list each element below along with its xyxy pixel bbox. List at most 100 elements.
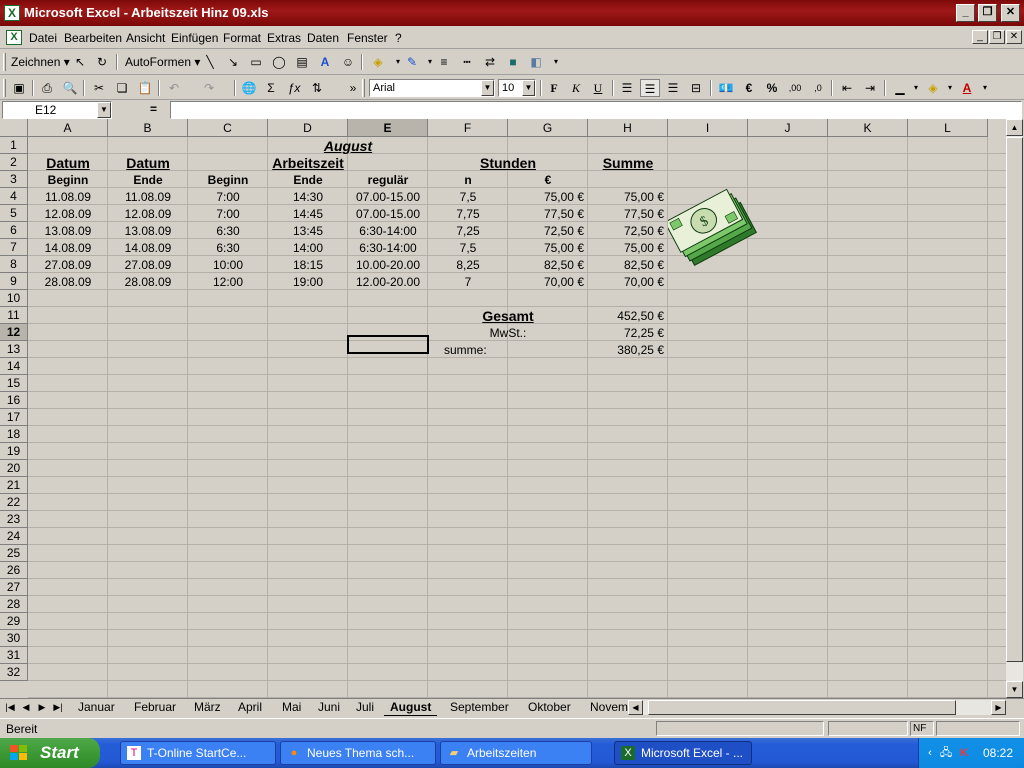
column-header[interactable]: I (668, 119, 748, 137)
redo-icon[interactable]: ↷ (199, 79, 219, 97)
cell-summe-label[interactable]: summe: (444, 342, 524, 359)
select-all-corner[interactable] (0, 119, 28, 137)
cell-zeit-ende[interactable]: 14:00 (268, 240, 348, 257)
row-header[interactable]: 4 (0, 188, 28, 205)
cells-area[interactable]: August Datum Datum Arbeitszeit Stunden S… (28, 137, 1006, 698)
scroll-thumb[interactable] (1006, 137, 1023, 662)
cell-stunden-n[interactable]: 7 (428, 274, 508, 291)
cell-zeit-beginn[interactable]: 12:00 (188, 274, 268, 291)
cell-zeit-beginn[interactable]: 10:00 (188, 257, 268, 274)
oval-icon[interactable]: ◯ (269, 53, 289, 71)
row-header[interactable]: 10 (0, 290, 28, 307)
sheet-tab[interactable]: Juli (350, 699, 380, 716)
cell-stunden-n[interactable]: 7,75 (428, 206, 508, 223)
row-header[interactable]: 20 (0, 460, 28, 477)
select-objects-icon[interactable]: ↖ (70, 53, 90, 71)
align-right-icon[interactable]: ☰ (663, 79, 683, 97)
cell-gesamt-value[interactable]: 452,50 € (588, 308, 668, 325)
row-header[interactable]: 15 (0, 375, 28, 392)
cell-title[interactable]: August (268, 138, 428, 155)
scroll-down-icon[interactable]: ▼ (1006, 681, 1023, 698)
sheet-tab[interactable]: März (188, 699, 227, 716)
menu-datei[interactable]: Datei (29, 31, 57, 45)
row-header[interactable]: 16 (0, 392, 28, 409)
cell-datum-ende[interactable]: 14.08.09 (108, 240, 188, 257)
cell-mwst-value[interactable]: 72,25 € (588, 325, 668, 342)
increase-indent-icon[interactable]: ⇥ (860, 79, 880, 97)
menu-extras[interactable]: Extras (267, 31, 301, 45)
cell-sub-euro[interactable]: € (508, 172, 588, 189)
last-sheet-icon[interactable]: ▶| (51, 700, 65, 715)
scroll-left-icon[interactable]: ◀ (628, 700, 643, 715)
network-icon[interactable]: 🖧 (939, 746, 953, 760)
rectangle-icon[interactable]: ▭ (246, 53, 266, 71)
percent-icon[interactable]: % (762, 79, 782, 97)
column-header[interactable]: L (908, 119, 988, 137)
column-header[interactable]: H (588, 119, 668, 137)
cell-header-datum1[interactable]: Datum (28, 155, 108, 172)
scroll-up-icon[interactable]: ▲ (1006, 119, 1023, 136)
money-clipart-icon[interactable]: $ (668, 177, 762, 273)
cell-mwst-label[interactable]: MwSt.: (468, 325, 548, 342)
workbook-icon[interactable]: X (6, 30, 22, 45)
row-header[interactable]: 18 (0, 426, 28, 443)
row-header[interactable]: 25 (0, 545, 28, 562)
sheet-tab[interactable]: April (232, 699, 268, 716)
task-excel[interactable]: X Microsoft Excel - ... (614, 741, 752, 765)
fill-color-icon[interactable]: ◈ (368, 53, 388, 71)
row-header[interactable]: 1 (0, 137, 28, 154)
row-header[interactable]: 21 (0, 477, 28, 494)
cell-gesamt-label[interactable]: Gesamt (468, 308, 548, 325)
cell-regulaer[interactable]: 6:30-14:00 (348, 240, 428, 257)
cell-datum-beginn[interactable]: 12.08.09 (28, 206, 108, 223)
cell-summe-value[interactable]: 380,25 € (588, 342, 668, 359)
arrow-style-icon[interactable]: ⇄ (480, 53, 500, 71)
cell-datum-ende[interactable]: 27.08.09 (108, 257, 188, 274)
menu-einfuegen[interactable]: Einfügen (171, 31, 218, 45)
column-header[interactable]: C (188, 119, 268, 137)
row-header[interactable]: 28 (0, 596, 28, 613)
row-header[interactable]: 19 (0, 443, 28, 460)
row-header[interactable]: 8 (0, 256, 28, 273)
cell-header-stunden[interactable]: Stunden (428, 155, 588, 172)
column-header[interactable]: D (268, 119, 348, 137)
rotate-icon[interactable]: ↻ (92, 53, 112, 71)
row-header[interactable]: 26 (0, 562, 28, 579)
row-header[interactable]: 5 (0, 205, 28, 222)
cell-datum-ende[interactable]: 11.08.09 (108, 189, 188, 206)
cell-header-arbeitszeit[interactable]: Arbeitszeit (228, 155, 388, 172)
tray-expand-icon[interactable]: ‹ (923, 746, 937, 760)
cell-sub-n[interactable]: n (428, 172, 508, 189)
row-header[interactable]: 14 (0, 358, 28, 375)
decrease-indent-icon[interactable]: ⇤ (837, 79, 857, 97)
sheet-tab[interactable]: Mai (276, 699, 307, 716)
arrow-icon[interactable]: ↘ (223, 53, 243, 71)
cell-regulaer[interactable]: 10.00-20.00 (348, 257, 428, 274)
workbook-close-button[interactable]: ✕ (1006, 30, 1022, 44)
cell-datum-ende[interactable]: 13.08.09 (108, 223, 188, 240)
autoformen-menu[interactable]: AutoFormen ▾ (125, 53, 200, 71)
cell-zeit-beginn[interactable]: 6:30 (188, 240, 268, 257)
toolbar-grip[interactable] (3, 79, 6, 97)
column-header[interactable]: A (28, 119, 108, 137)
undo-icon[interactable]: ↶ (164, 79, 184, 97)
row-header[interactable]: 23 (0, 511, 28, 528)
cell-zeit-ende[interactable]: 18:15 (268, 257, 348, 274)
autosum-icon[interactable]: Σ (261, 79, 281, 97)
row-header[interactable]: 24 (0, 528, 28, 545)
chevron-down-icon[interactable]: ▼ (97, 102, 111, 118)
chevron-down-icon[interactable]: ▼ (522, 80, 535, 96)
row-header[interactable]: 27 (0, 579, 28, 596)
cell-datum-beginn[interactable]: 13.08.09 (28, 223, 108, 240)
line-color-icon[interactable]: ✎ (402, 53, 422, 71)
column-header[interactable]: J (748, 119, 828, 137)
cell-regulaer[interactable]: 6:30-14:00 (348, 223, 428, 240)
cut-icon[interactable]: ✂ (89, 79, 109, 97)
cell-stunden-n[interactable]: 7,25 (428, 223, 508, 240)
cell-regulaer[interactable]: 12.00-20.00 (348, 274, 428, 291)
menu-help[interactable]: ? (395, 31, 402, 45)
row-header[interactable]: 29 (0, 613, 28, 630)
start-button[interactable]: Start (0, 738, 100, 768)
column-header[interactable]: K (828, 119, 908, 137)
formula-equals-sign[interactable]: = (150, 102, 157, 116)
